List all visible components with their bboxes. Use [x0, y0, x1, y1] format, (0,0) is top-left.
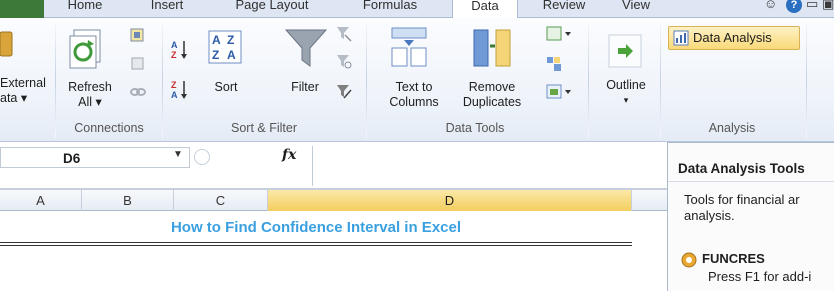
- group-separator: [806, 22, 807, 138]
- sort-dialog-icon: A Z Z A: [208, 30, 242, 64]
- data-analysis-icon: [673, 30, 689, 46]
- sheet-title-cell[interactable]: How to Find Confidence Interval in Excel: [0, 219, 632, 236]
- what-if-analysis-icon[interactable]: [546, 84, 572, 99]
- tooltip-title: Data Analysis Tools: [678, 161, 805, 176]
- ribbon: External ata ▾ Refresh All ▾ Connections…: [0, 18, 834, 142]
- tooltip-divider: [668, 181, 834, 182]
- tooltip-description: Tools for financial ar analysis.: [684, 192, 800, 223]
- column-header-c[interactable]: C: [174, 190, 268, 211]
- name-box-dropdown-icon[interactable]: ▼: [173, 149, 183, 160]
- data-analysis-button[interactable]: Data Analysis: [668, 26, 800, 50]
- edit-links-icon[interactable]: [130, 84, 146, 98]
- ribbon-tab-strip: Home Insert Page Layout Formulas Data Re…: [0, 0, 834, 19]
- formula-controls: fx: [190, 146, 310, 170]
- tab-home[interactable]: Home: [60, 0, 110, 18]
- add-in-gear-icon: [680, 251, 698, 269]
- double-border-top: [0, 242, 632, 243]
- column-headers: A B C D: [0, 189, 667, 211]
- restore-window-icon[interactable]: ▭: [806, 0, 818, 12]
- data-analysis-tooltip: Data Analysis Tools Tools for financial …: [667, 142, 834, 291]
- consolidate-icon[interactable]: [546, 56, 561, 71]
- text-to-columns-button[interactable]: Text to Columns: [382, 80, 446, 110]
- svg-text:Z: Z: [212, 48, 219, 62]
- tab-review[interactable]: Review: [534, 0, 594, 18]
- sort-filter-group-label: Sort & Filter: [231, 121, 297, 135]
- outline-icon: [608, 34, 642, 68]
- filter-button[interactable]: Filter: [282, 80, 328, 95]
- formula-bar-grip-icon: [194, 149, 210, 165]
- tab-view[interactable]: View: [614, 0, 658, 18]
- sort-button[interactable]: Sort: [204, 80, 248, 95]
- data-tools-group-label: Data Tools: [445, 121, 505, 135]
- svg-text:A: A: [171, 90, 178, 100]
- sort-z-to-a-icon[interactable]: ZA: [170, 78, 188, 100]
- group-separator: [588, 22, 589, 138]
- svg-text:Z: Z: [171, 80, 177, 90]
- connections-group-label: Connections: [74, 121, 144, 135]
- connections-icon[interactable]: [130, 28, 144, 42]
- tab-formulas[interactable]: Formulas: [350, 0, 430, 18]
- advanced-filter-icon[interactable]: [336, 84, 352, 99]
- group-separator: [55, 22, 56, 138]
- refresh-all-icon: [68, 26, 108, 70]
- sort-a-to-z-icon[interactable]: AZ: [170, 38, 188, 60]
- column-header-a[interactable]: A: [0, 190, 82, 211]
- formula-input[interactable]: [312, 146, 667, 186]
- outline-button[interactable]: Outline ▾: [596, 78, 656, 108]
- svg-text:A: A: [227, 48, 236, 62]
- get-external-data-button[interactable]: External ata ▾: [0, 76, 46, 106]
- file-tab[interactable]: [0, 0, 44, 18]
- svg-text:Z: Z: [171, 50, 177, 60]
- group-separator: [660, 22, 661, 138]
- group-separator: [162, 22, 163, 138]
- analysis-group-label: Analysis: [708, 121, 756, 135]
- svg-text:A: A: [212, 33, 221, 47]
- remove-duplicates-icon: [470, 26, 514, 70]
- minimize-ribbon-icon[interactable]: ☺: [764, 0, 777, 11]
- remove-duplicates-button[interactable]: Remove Duplicates: [454, 80, 530, 110]
- name-box-value: D6: [63, 151, 81, 166]
- tab-page-layout[interactable]: Page Layout: [222, 0, 322, 18]
- help-icon[interactable]: ?: [786, 0, 802, 13]
- svg-text:Z: Z: [227, 33, 234, 47]
- tab-data[interactable]: Data: [452, 0, 518, 19]
- clear-filter-icon[interactable]: [336, 26, 352, 42]
- get-external-data-icon: [0, 26, 14, 62]
- reapply-filter-icon[interactable]: [336, 54, 352, 69]
- group-separator: [366, 22, 367, 138]
- properties-icon[interactable]: [130, 56, 144, 70]
- column-header-b[interactable]: B: [82, 190, 174, 211]
- data-analysis-label: Data Analysis: [693, 30, 772, 45]
- text-to-columns-icon: [390, 26, 430, 70]
- refresh-all-button[interactable]: Refresh All ▾: [62, 80, 118, 110]
- close-window-icon[interactable]: ▣: [822, 0, 834, 12]
- tooltip-addin-name: FUNCRES: [702, 251, 765, 266]
- column-header-d[interactable]: D: [268, 190, 632, 211]
- double-border-bottom: [0, 245, 632, 246]
- name-box[interactable]: D6 ▼: [0, 147, 190, 168]
- insert-function-icon[interactable]: fx: [282, 147, 296, 163]
- worksheet-grid[interactable]: How to Find Confidence Interval in Excel: [0, 211, 667, 291]
- data-validation-icon[interactable]: [546, 26, 572, 41]
- formula-bar: D6 ▼ fx: [0, 142, 667, 189]
- tab-insert[interactable]: Insert: [140, 0, 194, 18]
- filter-funnel-icon: [284, 26, 328, 70]
- tooltip-addin-help: Press F1 for add-i: [708, 269, 812, 284]
- svg-text:A: A: [171, 40, 178, 50]
